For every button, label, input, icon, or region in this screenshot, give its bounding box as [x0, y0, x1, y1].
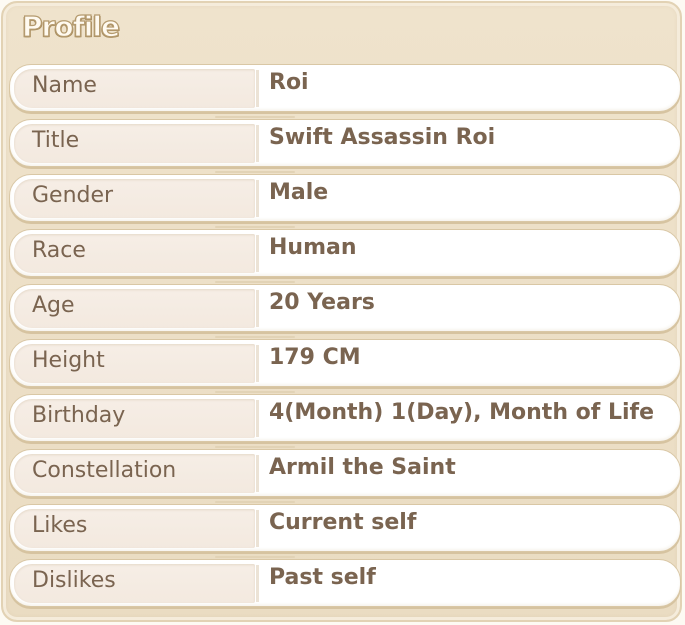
row-value: 4(Month) 1(Day), Month of Life	[269, 400, 655, 425]
profile-rows: Name Roi Title Swift Assassin Roi Gender…	[9, 64, 681, 614]
row-label: Age	[32, 293, 75, 318]
profile-row-likes: Likes Current self	[9, 501, 681, 552]
profile-panel: Profile Name Roi Title Swift Assassin Ro…	[1, 1, 682, 622]
row-label: Constellation	[32, 458, 177, 483]
row-label: Title	[32, 128, 80, 153]
profile-row-name: Name Roi	[9, 64, 681, 112]
row-value: Current self	[269, 510, 417, 535]
row-value: Armil the Saint	[269, 455, 456, 480]
row-divider	[215, 501, 295, 503]
row-label: Likes	[32, 513, 88, 538]
panel-title: Profile	[21, 10, 120, 43]
row-label: Birthday	[32, 403, 126, 428]
row-divider	[215, 116, 295, 118]
row-label: Height	[32, 348, 105, 373]
profile-row-birthday: Birthday 4(Month) 1(Day), Month of Life	[9, 391, 681, 442]
row-divider	[215, 226, 295, 228]
row-value: Past self	[269, 565, 376, 590]
row-value: 20 Years	[269, 290, 375, 315]
row-divider	[215, 556, 295, 558]
row-divider	[215, 336, 295, 338]
row-value: 179 CM	[269, 345, 361, 370]
row-divider	[215, 281, 295, 283]
profile-row-constellation: Constellation Armil the Saint	[9, 446, 681, 497]
row-label: Race	[32, 238, 86, 263]
row-label: Gender	[32, 183, 114, 208]
profile-row-height: Height 179 CM	[9, 336, 681, 387]
row-value: Male	[269, 180, 329, 205]
profile-row-race: Race Human	[9, 226, 681, 277]
profile-row-gender: Gender Male	[9, 171, 681, 222]
row-value: Swift Assassin Roi	[269, 125, 496, 150]
row-divider	[215, 391, 295, 393]
row-label: Name	[32, 73, 97, 98]
profile-row-dislikes: Dislikes Past self	[9, 556, 681, 607]
row-label: Dislikes	[32, 568, 116, 593]
row-value: Roi	[269, 70, 309, 95]
row-value: Human	[269, 235, 357, 260]
profile-row-title: Title Swift Assassin Roi	[9, 116, 681, 167]
profile-row-age: Age 20 Years	[9, 281, 681, 332]
row-divider	[215, 446, 295, 448]
row-divider	[215, 171, 295, 173]
